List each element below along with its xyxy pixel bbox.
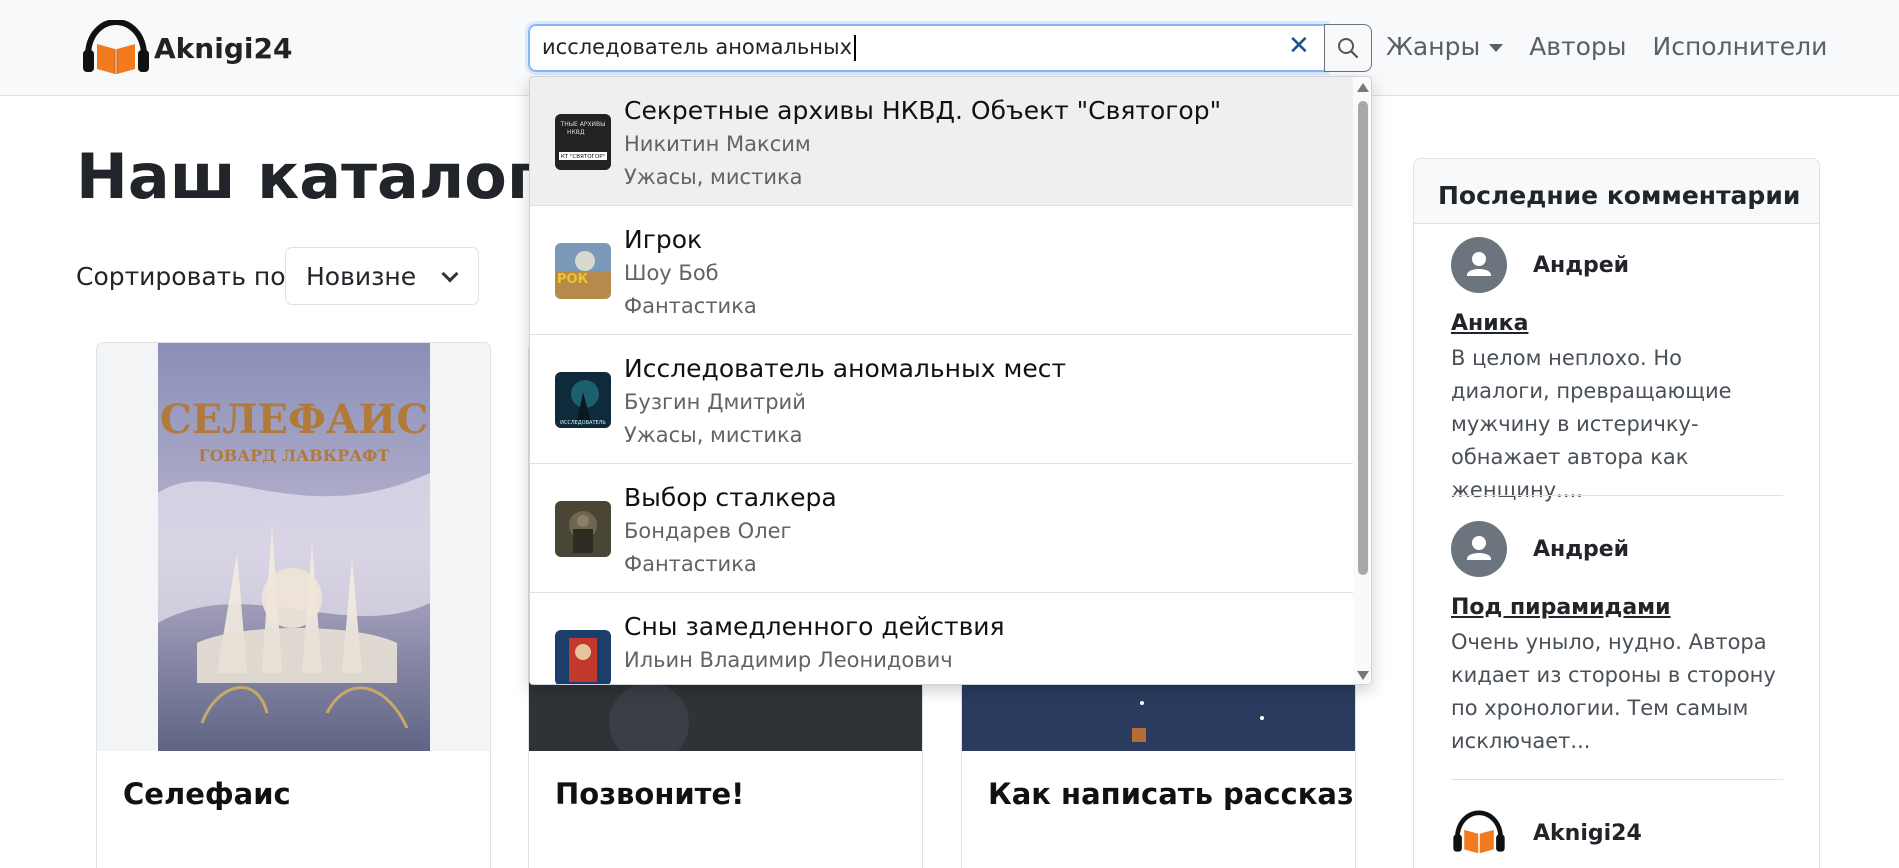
suggestion-author: Бондарев Олег: [624, 519, 792, 543]
comment-text: В целом неплохо. Но диалоги, превращающи…: [1451, 346, 1732, 502]
suggestion-genre: Фантастика: [624, 552, 757, 576]
book-title[interactable]: Как написать рассказ: [988, 777, 1354, 811]
svg-text:НКВД: НКВД: [567, 129, 585, 136]
suggestion-title: Исследователь аномальных мест: [624, 354, 1067, 383]
comment-item: Андрей Аника В целом неплохо. Но диалоги…: [1451, 237, 1783, 507]
comment-text: Очень уныло, нудно. Автора кидает из сто…: [1451, 630, 1776, 753]
user-avatar-icon: [1451, 521, 1507, 577]
book-title[interactable]: Селефаис: [123, 777, 291, 811]
suggestion-title: Выбор сталкера: [624, 483, 837, 512]
search-input[interactable]: исследователь аномальных: [528, 24, 1326, 72]
book-card[interactable]: СЕЛЕФАИС ГОВАРД ЛАВКРАФТ Селефаис: [96, 342, 491, 868]
suggestion-title: Секретные архивы НКВД. Объект "Святогор": [624, 96, 1222, 125]
book-cover: СЕЛЕФАИС ГОВАРД ЛАВКРАФТ: [97, 343, 490, 751]
caret-down-icon: [1489, 43, 1504, 52]
search-button[interactable]: [1324, 24, 1372, 72]
sort-label: Сортировать по:: [76, 262, 294, 291]
site-logo-text: Aknigi24: [154, 31, 293, 65]
scroll-up-icon[interactable]: [1357, 83, 1369, 92]
svg-text:РОК: РОК: [557, 272, 589, 287]
suggestion-item[interactable]: ТНЫЕ АРХИВЫ НКВД КТ "СВЯТОГОР" Секретные а…: [530, 77, 1353, 206]
nav-performers[interactable]: Исполнители: [1653, 32, 1828, 61]
nav-authors[interactable]: Авторы: [1529, 32, 1626, 61]
suggestion-genre: Ужасы, мистика: [624, 423, 803, 447]
clear-search-icon[interactable]: ✕: [1288, 33, 1310, 59]
comment-item: Андрей Под пирамидами Очень уныло, нудно…: [1451, 521, 1783, 758]
suggestion-author: Бузгин Дмитрий: [624, 390, 806, 414]
search-suggestions-dropdown: ТНЫЕ АРХИВЫ НКВД КТ "СВЯТОГОР" Секретные а…: [529, 76, 1372, 685]
divider: [1451, 495, 1783, 496]
svg-text:ТНЫЕ АРХИВЫ: ТНЫЕ АРХИВЫ: [560, 121, 606, 128]
suggestion-title: Сны замедленного действия: [624, 612, 1005, 641]
suggestion-cover: РОК: [555, 243, 611, 299]
recent-comments-panel: Последние комментарии Андрей Аника В цел…: [1413, 158, 1820, 868]
sort-select[interactable]: Новизне: [285, 247, 479, 305]
suggestion-item[interactable]: РОК Игрок Шоу Боб Фантастика: [530, 206, 1353, 335]
book-title[interactable]: Позвоните!: [555, 777, 744, 811]
suggestion-genre: Ужасы, мистика: [624, 165, 803, 189]
nav-links: Жанры Авторы Исполнители: [1386, 32, 1827, 61]
suggestion-item[interactable]: Выбор сталкера Бондарев Олег Фантастика: [530, 464, 1353, 593]
divider: [1451, 779, 1783, 780]
cover-title: СЕЛЕФАИС: [160, 396, 428, 443]
chevron-down-icon: [441, 265, 459, 283]
headphones-book-icon: [83, 20, 149, 74]
suggestion-cover: [555, 630, 611, 684]
recent-comments-title: Последние комментарии: [1414, 159, 1819, 224]
suggestion-cover: ТНЫЕ АРХИВЫ НКВД КТ "СВЯТОГОР": [555, 114, 611, 170]
search-icon: [1338, 38, 1359, 59]
site-logo[interactable]: Aknigi24: [80, 20, 292, 76]
svg-text:ИССЛЕДОВАТЕЛЬ: ИССЛЕДОВАТЕЛЬ: [560, 420, 606, 426]
suggestion-cover: ИССЛЕДОВАТЕЛЬ: [555, 372, 611, 428]
text-caret: [854, 35, 857, 61]
nav-genres-dropdown[interactable]: Жанры: [1386, 32, 1504, 61]
suggestion-cover: [555, 501, 611, 557]
user-avatar-icon: [1451, 237, 1507, 293]
suggestion-item[interactable]: Сны замедленного действия Ильин Владимир…: [530, 593, 1353, 684]
headphones-book-icon: [1453, 810, 1505, 854]
dropdown-scrollbar[interactable]: [1353, 77, 1371, 684]
comment-book-link[interactable]: Аника: [1451, 311, 1783, 336]
suggestion-genre: Фантастика: [624, 294, 757, 318]
suggestion-author: Шоу Боб: [624, 261, 719, 285]
suggestion-title: Игрок: [624, 225, 703, 254]
scroll-down-icon[interactable]: [1357, 671, 1369, 680]
comment-user: Aknigi24: [1533, 820, 1642, 846]
search-input-value: исследователь аномальных: [542, 35, 853, 59]
cover-author: ГОВАРД ЛАВКРАФТ: [199, 446, 390, 465]
scrollbar-thumb[interactable]: [1358, 101, 1368, 575]
comment-user: Андрей: [1533, 252, 1630, 278]
comment-user: Андрей: [1533, 536, 1630, 562]
comment-item: Aknigi24: [1451, 805, 1783, 861]
comment-book-link[interactable]: Под пирамидами: [1451, 595, 1783, 620]
suggestion-author: Ильин Владимир Леонидович: [624, 648, 953, 672]
suggestion-author: Никитин Максим: [624, 132, 811, 156]
svg-text:КТ "СВЯТОГОР": КТ "СВЯТОГОР": [561, 154, 605, 160]
sort-select-value: Новизне: [306, 261, 417, 291]
suggestion-item[interactable]: ИССЛЕДОВАТЕЛЬ Исследователь аномальных м…: [530, 335, 1353, 464]
